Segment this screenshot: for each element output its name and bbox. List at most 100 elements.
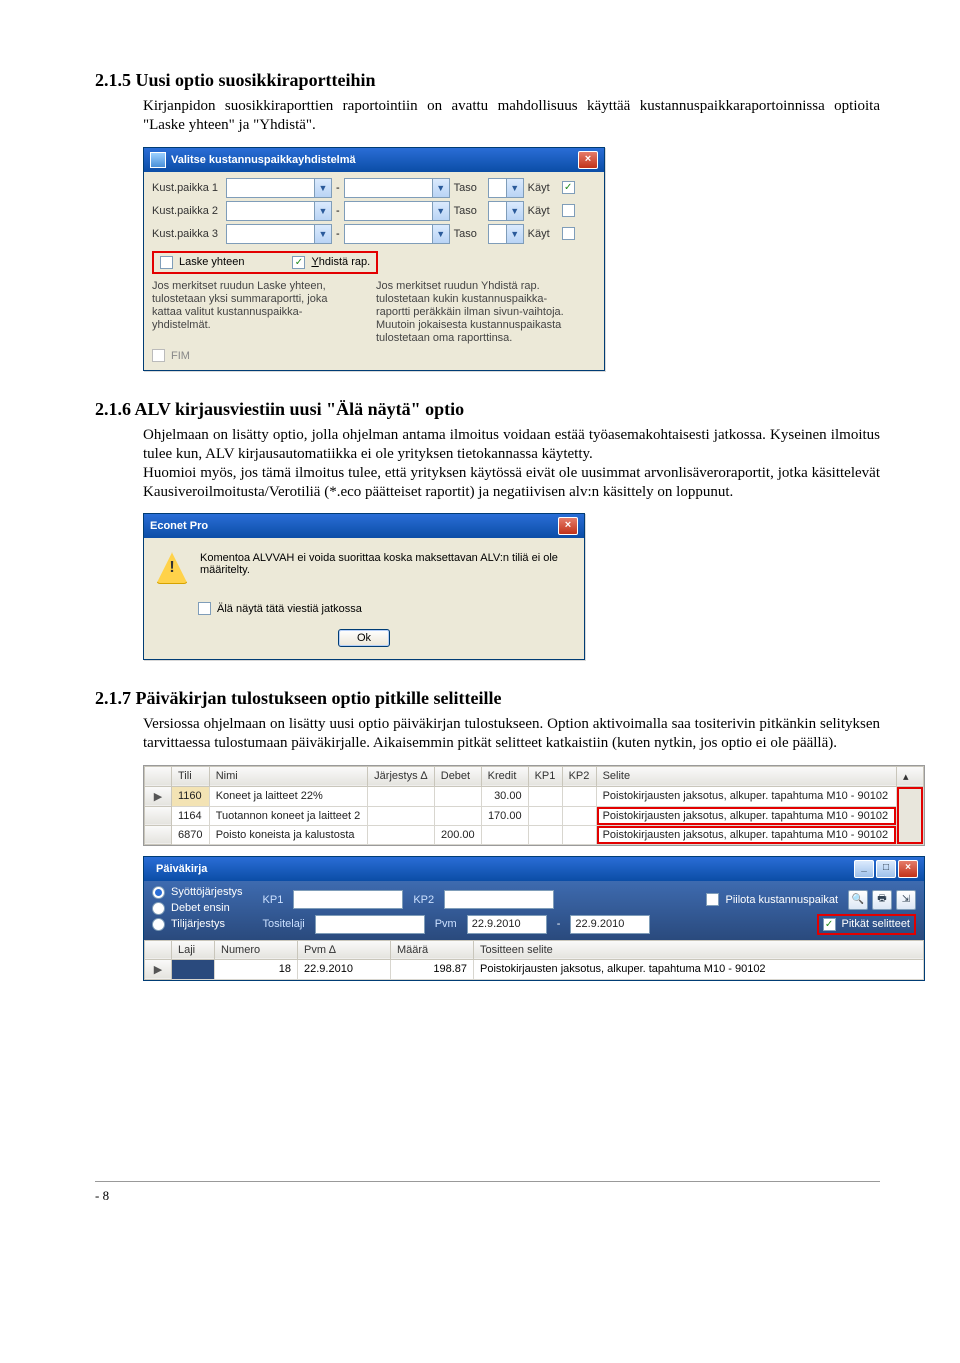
- ok-button[interactable]: Ok: [338, 629, 390, 647]
- kp-row-1: Kust.paikka 1 ▼ - ▼ Taso ▼ Käyt ✓: [152, 178, 596, 198]
- cell-selite[interactable]: Poistokirjausten jaksotus, alkuper. tapa…: [596, 825, 896, 844]
- paivakirja-toolbar: Syöttöjärjestys Debet ensin Tilijärjesty…: [144, 881, 924, 940]
- cell-nimi[interactable]: Koneet ja laitteet 22%: [209, 786, 367, 806]
- grid-row[interactable]: 1164 Tuotannon koneet ja laitteet 2 170.…: [145, 806, 924, 825]
- kp1-combo-1[interactable]: ▼: [226, 178, 332, 198]
- kp2-taso-combo[interactable]: ▼: [488, 201, 524, 221]
- cell-selite[interactable]: Poistokirjausten jaksotus, alkuper. tapa…: [596, 786, 896, 806]
- col-selite[interactable]: Selite: [596, 766, 896, 786]
- cell-kp2[interactable]: [562, 786, 596, 806]
- scrollbar-track[interactable]: [897, 786, 924, 844]
- p-217-1: Versiossa ohjelmaan on lisätty uusi opti…: [143, 715, 880, 753]
- yhdista-rap-checkbox[interactable]: ✓: [292, 256, 305, 269]
- cell-pvm[interactable]: 22.9.2010: [298, 959, 391, 979]
- print-icon[interactable]: 🖶: [872, 890, 892, 910]
- export-icon[interactable]: ⇲: [896, 890, 916, 910]
- kp1-kayt-checkbox[interactable]: ✓: [562, 181, 575, 194]
- heading-217: 2.1.7 Päiväkirjan tulostukseen optio pit…: [95, 688, 880, 709]
- pvm-from-input[interactable]: 22.9.2010: [467, 915, 547, 934]
- cell-kredit[interactable]: [481, 825, 528, 844]
- chevron-down-icon: ▼: [432, 225, 449, 243]
- radio-tilijarjestys[interactable]: [152, 918, 165, 931]
- kp3-combo-1[interactable]: ▼: [226, 224, 332, 244]
- col-maara[interactable]: Määrä: [391, 940, 474, 959]
- kp1-combo-2[interactable]: ▼: [344, 178, 450, 198]
- page-number: - 8: [95, 1188, 109, 1203]
- grid-row[interactable]: 6870 Poisto koneista ja kalustosta 200.0…: [145, 825, 924, 844]
- cell-kredit[interactable]: 170.00: [481, 806, 528, 825]
- col-tili[interactable]: Tili: [172, 766, 210, 786]
- radio-syottojarjestys[interactable]: [152, 886, 165, 899]
- kp1-label: Kust.paikka 1: [152, 182, 222, 194]
- kp2-input[interactable]: [444, 890, 554, 909]
- cell-selite[interactable]: Poistokirjausten jaksotus, alkuper. tapa…: [596, 806, 896, 825]
- pk-grid-row[interactable]: ▶ 18 22.9.2010 198.87 Poistokirjausten j…: [145, 959, 924, 979]
- cell-laji[interactable]: [172, 959, 215, 979]
- kp1-input[interactable]: [293, 890, 403, 909]
- close-icon[interactable]: ×: [578, 151, 598, 169]
- grid-row[interactable]: ▶ 1160 Koneet ja laitteet 22% 30.00 Pois…: [145, 786, 924, 806]
- cell-debet[interactable]: 200.00: [434, 825, 481, 844]
- cell-debet[interactable]: [434, 806, 481, 825]
- pitkat-checkbox[interactable]: ✓: [823, 918, 836, 931]
- close-icon[interactable]: ×: [898, 860, 918, 878]
- cell-nimi[interactable]: Poisto koneista ja kalustosta: [209, 825, 367, 844]
- col-nimi[interactable]: Nimi: [209, 766, 367, 786]
- kp-row-2: Kust.paikka 2 ▼ - ▼ Taso ▼ Käyt: [152, 201, 596, 221]
- dont-show-checkbox[interactable]: [198, 602, 211, 615]
- laske-yhteen-checkbox[interactable]: [160, 256, 173, 269]
- col-tositteen-selite[interactable]: Tositteen selite: [474, 940, 924, 959]
- piilota-checkbox[interactable]: [706, 893, 719, 906]
- yhdista-rap-label: Yhdistä rap.: [311, 256, 370, 268]
- col-pvm[interactable]: Pvm ∆: [298, 940, 391, 959]
- col-laji[interactable]: Laji: [172, 940, 215, 959]
- col-debet[interactable]: Debet: [434, 766, 481, 786]
- col-jarjestys[interactable]: Järjestys ∆: [368, 766, 435, 786]
- pvm-to-input[interactable]: 22.9.2010: [570, 915, 650, 934]
- cell-nimi[interactable]: Tuotannon koneet ja laitteet 2: [209, 806, 367, 825]
- tositelaji-input[interactable]: [315, 915, 425, 934]
- kp3-combo-2[interactable]: ▼: [344, 224, 450, 244]
- kp1-taso-combo[interactable]: ▼: [488, 178, 524, 198]
- minimize-icon[interactable]: _: [854, 860, 874, 878]
- kp2-combo-2[interactable]: ▼: [344, 201, 450, 221]
- close-icon[interactable]: ×: [558, 517, 578, 535]
- cell-tili[interactable]: 6870: [172, 825, 210, 844]
- kp3-kayt-checkbox[interactable]: [562, 227, 575, 240]
- econet-titlebar[interactable]: Econet Pro ×: [144, 514, 584, 538]
- col-numero[interactable]: Numero: [215, 940, 298, 959]
- paivakirja-window: Päiväkirja _ □ × Syöttöjärjestys Debet e…: [143, 856, 925, 981]
- cell-jarj[interactable]: [368, 786, 435, 806]
- preview-icon[interactable]: 🔍: [848, 890, 868, 910]
- current-row-icon: ▶: [145, 786, 172, 806]
- cell-kredit[interactable]: 30.00: [481, 786, 528, 806]
- body-216: Ohjelmaan on lisätty optio, jolla ohjelm…: [143, 426, 880, 501]
- maximize-icon[interactable]: □: [876, 860, 896, 878]
- dialog-titlebar[interactable]: Valitse kustannuspaikkayhdistelmä ×: [144, 148, 604, 172]
- kp2-combo-1[interactable]: ▼: [226, 201, 332, 221]
- cell-numero[interactable]: 18: [215, 959, 298, 979]
- col-kp1[interactable]: KP1: [528, 766, 562, 786]
- pk-grid-header: Laji Numero Pvm ∆ Määrä Tositteen selite: [145, 940, 924, 959]
- col-kp2[interactable]: KP2: [562, 766, 596, 786]
- cell-tositteen-selite[interactable]: Poistokirjausten jaksotus, alkuper. tapa…: [474, 959, 924, 979]
- cell-kp1[interactable]: [528, 786, 562, 806]
- cell-tili[interactable]: 1164: [172, 806, 210, 825]
- cell-jarj[interactable]: [368, 806, 435, 825]
- cell-tili[interactable]: 1160: [172, 786, 210, 806]
- radio-debet-ensin[interactable]: [152, 902, 165, 915]
- kp3-label: Kust.paikka 3: [152, 228, 222, 240]
- kp2-kayt-checkbox[interactable]: [562, 204, 575, 217]
- laske-yhteen-label: Laske yhteen: [179, 256, 244, 268]
- paivakirja-titlebar[interactable]: Päiväkirja _ □ ×: [144, 857, 924, 881]
- p-216-2: Huomioi myös, jos tämä ilmoitus tulee, e…: [143, 464, 880, 502]
- scrollbar-up-icon[interactable]: ▴: [897, 766, 924, 786]
- kp-row-3: Kust.paikka 3 ▼ - ▼ Taso ▼ Käyt: [152, 224, 596, 244]
- kp3-taso-combo[interactable]: ▼: [488, 224, 524, 244]
- econet-title: Econet Pro: [150, 520, 208, 532]
- fim-checkbox[interactable]: [152, 349, 165, 362]
- cell-debet[interactable]: [434, 786, 481, 806]
- col-kredit[interactable]: Kredit: [481, 766, 528, 786]
- dialog-kustannuspaikkayhdistelma: Valitse kustannuspaikkayhdistelmä × Kust…: [143, 147, 605, 372]
- cell-maara[interactable]: 198.87: [391, 959, 474, 979]
